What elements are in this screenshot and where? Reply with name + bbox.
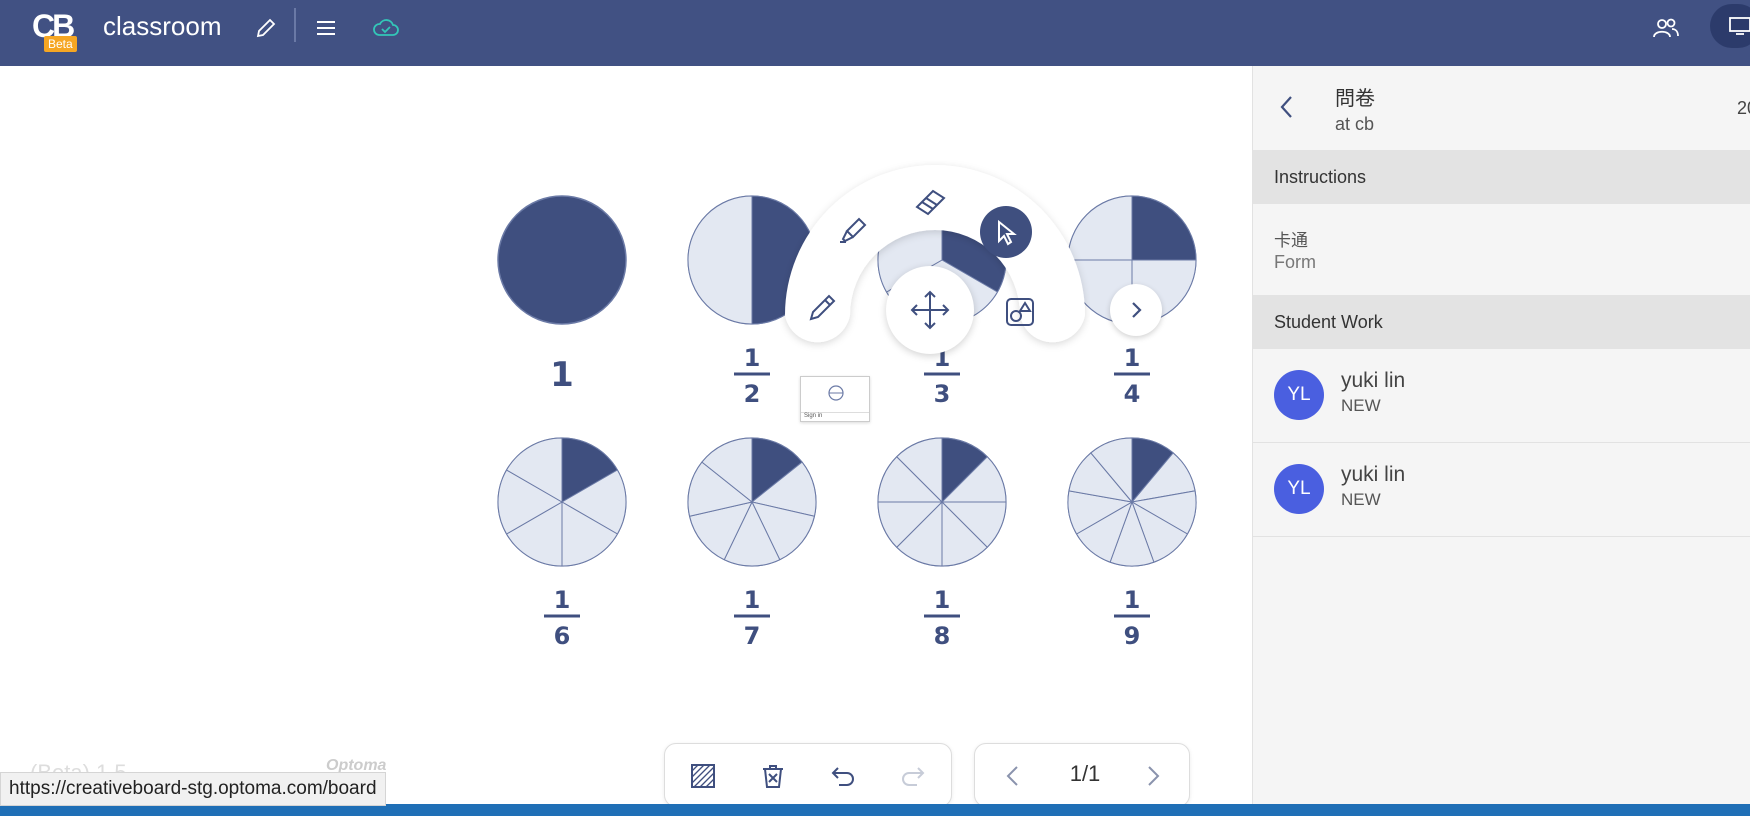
back-icon[interactable] bbox=[1275, 92, 1299, 122]
numerator: 1 bbox=[744, 344, 761, 372]
present-icon[interactable] bbox=[1710, 4, 1750, 48]
fraction-label: 17 bbox=[734, 586, 770, 650]
url-tooltip: https://creativeboard-stg.optoma.com/boa… bbox=[0, 772, 386, 806]
toolbar-divider bbox=[294, 8, 296, 42]
page-navigator: 1/1 bbox=[974, 743, 1190, 807]
fraction-circle[interactable] bbox=[497, 437, 627, 567]
numerator: 1 bbox=[554, 586, 571, 614]
slice bbox=[687, 195, 753, 325]
student-work-heading: Student Work bbox=[1253, 295, 1750, 349]
fraction-circle[interactable] bbox=[497, 195, 627, 325]
beta-badge: Beta bbox=[44, 36, 77, 52]
fraction-label: 1 bbox=[550, 355, 574, 395]
pencil-icon[interactable] bbox=[250, 12, 282, 44]
signin-thumbnail-text: Sign in bbox=[801, 412, 869, 419]
student-name: yuki lin bbox=[1341, 369, 1406, 392]
assignment-title: 問卷 bbox=[1335, 88, 1375, 110]
fraction-label: 12 bbox=[734, 344, 770, 408]
denominator: 2 bbox=[744, 380, 761, 408]
student-name: yuki lin bbox=[1341, 463, 1406, 486]
eraser-icon[interactable] bbox=[908, 182, 952, 222]
denominator: 3 bbox=[934, 380, 951, 408]
select-icon[interactable] bbox=[980, 206, 1032, 258]
fraction-label: 18 bbox=[924, 586, 960, 650]
next-page-icon[interactable] bbox=[1137, 760, 1169, 792]
assignment-panel: 問卷 at cb 20 Instructions 卡通 Form Student… bbox=[1252, 66, 1750, 804]
numerator: 1 bbox=[1124, 586, 1141, 614]
instructions-line-2: Form bbox=[1274, 252, 1316, 272]
shapes-icon[interactable] bbox=[1000, 292, 1040, 332]
redo-icon[interactable] bbox=[897, 760, 929, 792]
fraction-label: 14 bbox=[1114, 344, 1150, 408]
top-bar: CB Beta classroom bbox=[0, 0, 1750, 66]
instructions-heading: Instructions bbox=[1253, 150, 1750, 204]
denominator: 4 bbox=[1124, 380, 1141, 408]
fraction-label: 16 bbox=[544, 586, 580, 650]
app-title[interactable]: classroom bbox=[103, 11, 221, 42]
avatar: YL bbox=[1274, 464, 1324, 514]
move-icon[interactable] bbox=[886, 266, 974, 354]
edit-toolbar bbox=[664, 743, 952, 807]
instructions-line-1: 卡通 bbox=[1274, 231, 1308, 250]
app-logo[interactable]: CB Beta bbox=[30, 8, 80, 54]
whole-number: 1 bbox=[550, 355, 574, 395]
student-status: NEW bbox=[1341, 396, 1381, 415]
globe-icon bbox=[828, 385, 844, 401]
background-pattern-icon[interactable] bbox=[687, 760, 719, 792]
avatar: YL bbox=[1274, 370, 1324, 420]
fraction-circle[interactable] bbox=[687, 437, 817, 567]
people-icon[interactable] bbox=[1650, 12, 1682, 44]
clear-board-icon[interactable] bbox=[757, 760, 789, 792]
numerator: 1 bbox=[1124, 344, 1141, 372]
student-row[interactable]: YL yuki lin NEW bbox=[1253, 443, 1750, 537]
page-indicator: 1/1 bbox=[1069, 761, 1101, 786]
fraction-circle[interactable] bbox=[1067, 437, 1197, 567]
shaded-slice bbox=[1131, 195, 1197, 261]
undo-icon[interactable] bbox=[827, 760, 859, 792]
fraction-circle[interactable] bbox=[877, 437, 1007, 567]
denominator: 9 bbox=[1124, 622, 1141, 650]
menu-icon[interactable] bbox=[310, 12, 342, 44]
fraction-label: 19 bbox=[1114, 586, 1150, 650]
signin-thumbnail[interactable]: Sign in bbox=[800, 376, 870, 422]
pen-icon[interactable] bbox=[802, 288, 842, 328]
highlighter-icon[interactable] bbox=[832, 210, 872, 250]
student-status: NEW bbox=[1341, 490, 1381, 509]
assignment-subtitle: at cb bbox=[1335, 114, 1375, 134]
denominator: 7 bbox=[744, 622, 761, 650]
whole-circle bbox=[497, 195, 627, 325]
prev-page-icon[interactable] bbox=[997, 760, 1029, 792]
assignment-date: 20 bbox=[1737, 98, 1750, 118]
numerator: 1 bbox=[934, 586, 951, 614]
denominator: 8 bbox=[934, 622, 951, 650]
denominator: 6 bbox=[554, 622, 571, 650]
student-row[interactable]: YL yuki lin NEW bbox=[1253, 349, 1750, 443]
numerator: 1 bbox=[744, 586, 761, 614]
cloud-saved-icon[interactable] bbox=[370, 12, 402, 44]
next-icon[interactable] bbox=[1110, 284, 1162, 336]
